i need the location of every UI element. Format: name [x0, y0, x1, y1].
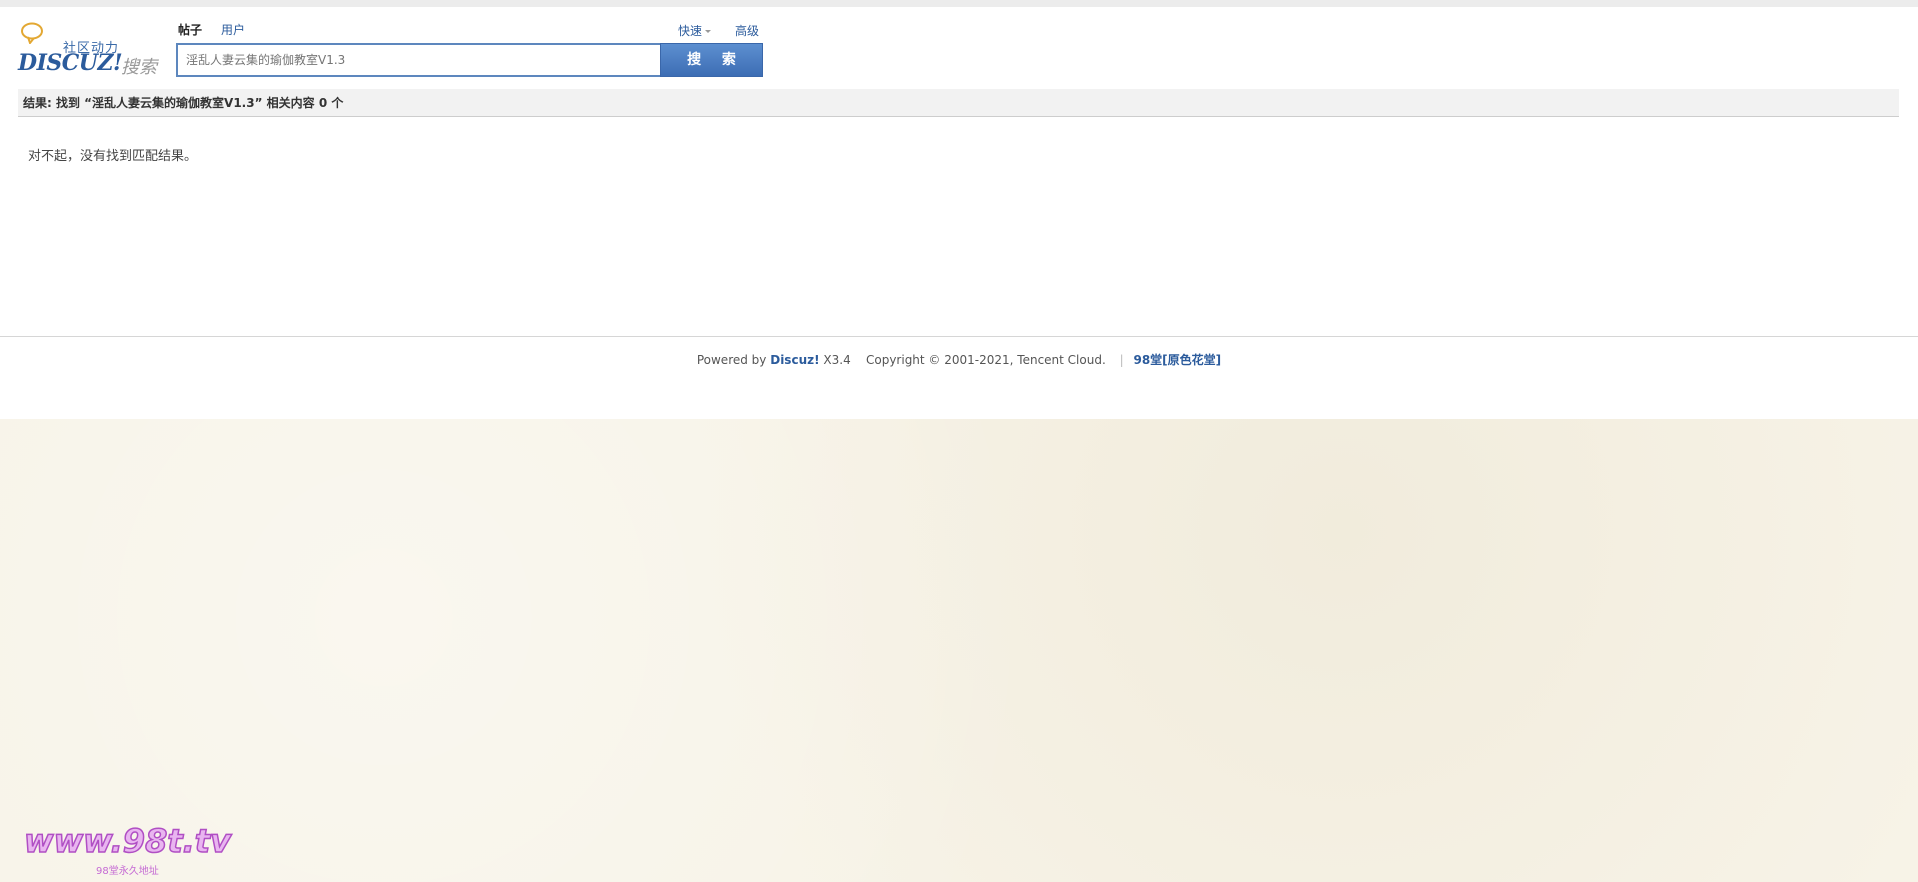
logo-search-word: 搜索 — [121, 57, 157, 78]
powered-by-text: Powered by — [696, 353, 767, 367]
footer-separator: | — [1119, 353, 1124, 367]
top-strip — [0, 0, 1918, 7]
search-input[interactable] — [178, 45, 660, 75]
quick-search-label: 快速 — [678, 24, 703, 38]
discuz-link[interactable]: Discuz! — [770, 353, 819, 367]
search-box — [176, 43, 662, 77]
empty-result-message: 对不起，没有找到匹配结果。 — [28, 149, 198, 164]
caret-down-icon — [705, 30, 712, 33]
tab-users[interactable]: 用户 — [221, 21, 245, 38]
search-button[interactable]: 搜 索 — [660, 43, 763, 77]
copyright-text: Copyright © 2001-2021, Tencent Cloud. — [865, 353, 1106, 367]
version-text: X3.4 — [823, 353, 851, 367]
footer-divider — [0, 336, 1918, 337]
watermark-subtitle: 98堂永久地址 — [96, 866, 159, 877]
result-summary: 结果: 找到 “淫乱人妻云集的瑜伽教室V1.3” 相关内容 0 个 — [18, 89, 1899, 117]
tab-posts[interactable]: 帖子 — [178, 21, 202, 38]
quick-search-dropdown[interactable]: 快速 — [678, 22, 712, 39]
speech-bubble-icon — [21, 22, 43, 44]
site-watermark-logo: www.98t.tv 98堂永久地址 — [23, 821, 244, 878]
site-home-link[interactable]: 98堂[原色花堂] — [1133, 353, 1221, 367]
logo-brand: DISCUZ! — [18, 50, 123, 76]
advanced-search-link[interactable]: 高级 — [735, 22, 759, 39]
footer: Powered by Discuz! X3.4 Copyright © 2001… — [0, 351, 1918, 368]
watermark-url: www.98t.tv — [23, 821, 231, 861]
site-logo[interactable]: 社区动力 DISCUZ! 搜索 — [18, 20, 158, 78]
